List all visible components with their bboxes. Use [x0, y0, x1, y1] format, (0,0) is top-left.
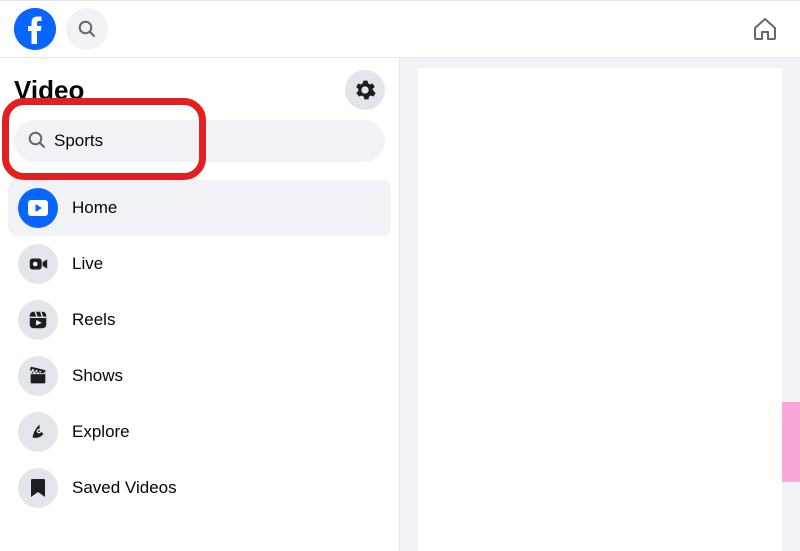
video-search-input[interactable] — [14, 120, 385, 162]
page-title: Video — [14, 75, 84, 106]
explore-icon — [18, 412, 58, 452]
home-icon — [752, 16, 778, 42]
sidebar-item-label: Saved Videos — [72, 478, 177, 498]
reels-icon — [18, 300, 58, 340]
home-nav-button[interactable] — [744, 8, 786, 50]
bookmark-icon — [18, 468, 58, 508]
video-nav-list: Home Live — [8, 176, 391, 516]
settings-button[interactable] — [345, 70, 385, 110]
global-search-button[interactable] — [66, 8, 108, 50]
sidebar-item-home[interactable]: Home — [8, 180, 391, 236]
sidebar-item-label: Live — [72, 254, 103, 274]
top-bar — [0, 0, 800, 58]
live-icon — [18, 244, 58, 284]
decorative-strip — [782, 402, 800, 482]
gear-icon — [354, 79, 376, 101]
sidebar-item-label: Home — [72, 198, 117, 218]
sidebar-item-label: Reels — [72, 310, 115, 330]
sidebar-item-saved-videos[interactable]: Saved Videos — [8, 460, 391, 516]
sidebar-item-live[interactable]: Live — [8, 236, 391, 292]
video-sidebar: Video — [0, 58, 400, 551]
search-icon — [78, 20, 96, 38]
video-home-icon — [18, 188, 58, 228]
sidebar-item-explore[interactable]: Explore — [8, 404, 391, 460]
main-content-area — [400, 58, 800, 551]
sidebar-item-label: Explore — [72, 422, 130, 442]
content-placeholder — [418, 68, 782, 551]
sidebar-item-shows[interactable]: Shows — [8, 348, 391, 404]
sidebar-item-label: Shows — [72, 366, 123, 386]
shows-icon — [18, 356, 58, 396]
facebook-logo[interactable] — [14, 8, 56, 50]
search-icon — [28, 131, 46, 149]
sidebar-item-reels[interactable]: Reels — [8, 292, 391, 348]
facebook-logo-icon — [14, 8, 56, 50]
